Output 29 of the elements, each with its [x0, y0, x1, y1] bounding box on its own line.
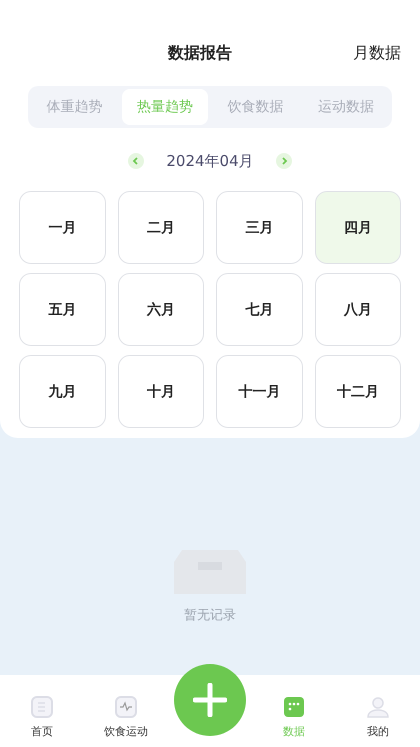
- page-title: 数据报告: [168, 42, 232, 64]
- month-button[interactable]: 二月: [118, 191, 204, 264]
- plus-icon: [193, 683, 227, 717]
- month-button[interactable]: 九月: [19, 355, 106, 428]
- chevron-left-icon: [132, 157, 140, 165]
- month-button[interactable]: 七月: [216, 273, 302, 346]
- month-button[interactable]: 八月: [314, 273, 401, 346]
- pulse-icon: [114, 695, 138, 719]
- month-data-link[interactable]: 月数据: [353, 42, 401, 64]
- empty-tray-icon: [174, 550, 246, 594]
- document-icon: [30, 695, 54, 719]
- month-button[interactable]: 十一月: [216, 355, 302, 428]
- nav-item[interactable]: 我的: [336, 695, 420, 739]
- nav-item[interactable]: 首页: [0, 695, 84, 739]
- previous-button[interactable]: [128, 153, 144, 169]
- month-button[interactable]: 三月: [216, 191, 302, 264]
- month-button[interactable]: 一月: [19, 191, 106, 264]
- month-button[interactable]: 十月: [118, 355, 204, 428]
- grid-icon: [282, 695, 306, 719]
- month-button[interactable]: 四月: [314, 191, 401, 264]
- empty-message: 暂无记录: [184, 606, 236, 624]
- chevron-right-icon: [280, 157, 288, 165]
- nav-item[interactable]: 饮食运动: [84, 695, 168, 739]
- current-month: 2024年04月: [166, 152, 254, 170]
- person-icon: [366, 695, 390, 719]
- month-button[interactable]: 十二月: [314, 355, 401, 428]
- month-button[interactable]: 五月: [19, 273, 106, 346]
- month-button[interactable]: 六月: [118, 273, 204, 346]
- next-button[interactable]: [276, 153, 292, 169]
